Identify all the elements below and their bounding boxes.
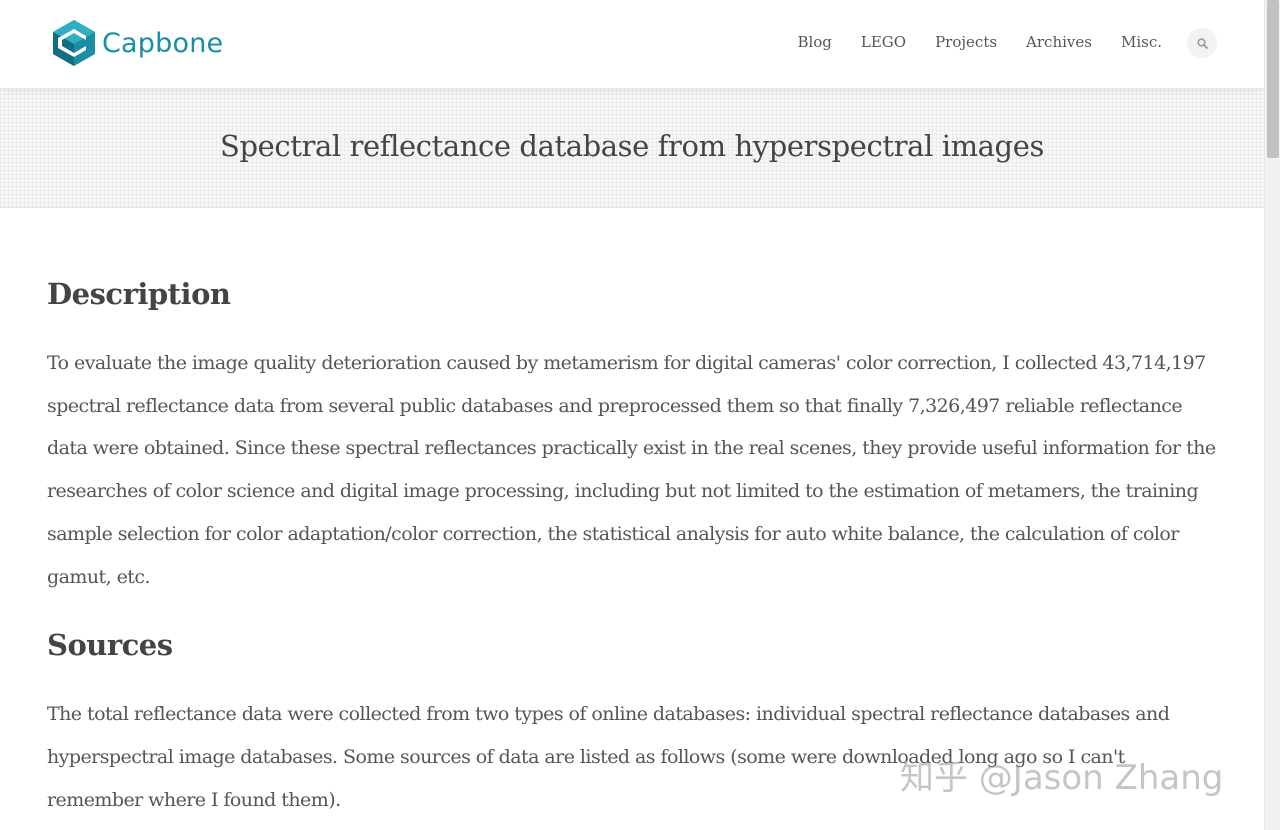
search-button[interactable] [1187, 28, 1217, 58]
search-icon [1196, 37, 1208, 49]
vertical-scrollbar[interactable] [1264, 0, 1280, 830]
section-heading-sources: Sources [47, 628, 173, 663]
brand-name: Capbone [102, 27, 224, 59]
nav-item-archives[interactable]: Archives [1026, 33, 1092, 51]
site-header: Capbone Blog LEGO Projects Archives Misc… [0, 0, 1264, 89]
sources-paragraph: The total reflectance data were collecte… [47, 703, 1170, 811]
nav-item-lego[interactable]: LEGO [861, 33, 906, 51]
site-logo[interactable]: Capbone [52, 19, 223, 67]
nav-item-misc[interactable]: Misc. [1121, 33, 1162, 51]
description-paragraph: To evaluate the image quality deteriorat… [47, 352, 1216, 588]
title-band: Spectral reflectance database from hyper… [0, 89, 1264, 208]
main-nav: Blog LEGO Projects Archives Misc. [768, 33, 1162, 51]
capbone-logo-icon [53, 20, 95, 66]
article-content: Description To evaluate the image qualit… [47, 270, 1217, 821]
nav-item-blog[interactable]: Blog [797, 33, 831, 51]
scrollbar-thumb[interactable] [1267, 0, 1279, 158]
section-heading-description: Description [47, 277, 231, 311]
page-title: Spectral reflectance database from hyper… [220, 129, 1044, 163]
nav-item-projects[interactable]: Projects [935, 33, 997, 51]
page: Capbone Blog LEGO Projects Archives Misc… [0, 0, 1264, 830]
